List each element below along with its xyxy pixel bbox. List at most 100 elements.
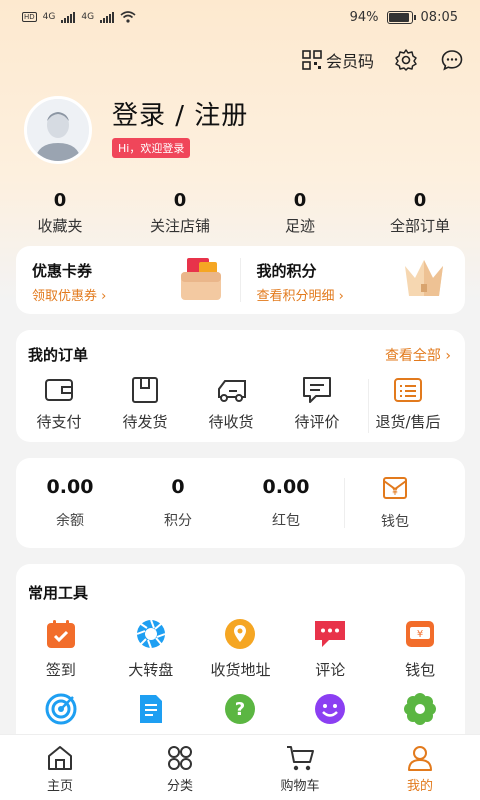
stat-footprints[interactable]: 0 足迹	[240, 190, 360, 236]
stat-label: 全部订单	[389, 217, 450, 235]
stat-followed-stores[interactable]: 0 关注店铺	[120, 190, 240, 236]
tab-label: 主页	[46, 779, 73, 794]
points-link-label: 查看积分明细	[256, 289, 335, 304]
comment-icon	[303, 377, 331, 403]
wallet-icon	[45, 379, 73, 401]
return-icon	[394, 378, 422, 402]
user-icon	[408, 746, 432, 771]
tool-address[interactable]: 收货地址	[196, 617, 286, 680]
avatar[interactable]	[24, 96, 92, 164]
wallet-balance[interactable]: 0.00 余额	[16, 476, 124, 530]
tool-label: 大转盘	[128, 661, 174, 679]
chevron-right-icon: ›	[445, 347, 451, 364]
category-icon	[168, 746, 192, 770]
view-all-label: 查看全部	[384, 347, 441, 364]
tool-wallet[interactable]: ¥ 钱包	[375, 617, 465, 680]
status-bar: HD 4G 4G 94% 08:05	[0, 0, 480, 34]
signal-icon	[61, 11, 76, 23]
order-label: 退货/售后	[375, 413, 441, 431]
stat-value: 0	[53, 190, 67, 211]
wifi-icon	[120, 11, 136, 23]
tool-label: 钱包	[405, 661, 436, 679]
wallet-label: 积分	[164, 513, 192, 529]
cart-icon	[287, 746, 314, 771]
order-pending-payment[interactable]: 待支付	[16, 375, 102, 432]
order-pending-review[interactable]: 待评价	[274, 375, 360, 432]
svg-text:¥: ¥	[392, 488, 398, 498]
stat-all-orders[interactable]: 0 全部订单	[360, 190, 480, 236]
wallet-purse[interactable]: ¥ 钱包	[345, 475, 445, 531]
wallet-label: 余额	[56, 513, 84, 529]
tab-mine[interactable]: 我的	[360, 735, 480, 800]
network-type-2: 4G	[81, 12, 95, 22]
bottom-tab-bar: 主页 分类 购物车 我的	[0, 734, 480, 800]
network-type-1: 4G	[42, 12, 56, 22]
member-code-button[interactable]: 会员码	[302, 48, 374, 72]
order-label: 待发货	[122, 413, 168, 431]
header-actions: 会员码	[302, 46, 466, 74]
svg-text:?: ?	[235, 699, 245, 720]
coupon-entry[interactable]: 优惠卡券 领取优惠券 ›	[16, 246, 241, 314]
battery-percent: 94%	[349, 9, 379, 25]
orders-card: 我的订单 查看全部 › 待支付 待发货 待收货 待评价 退货/售后	[16, 330, 465, 442]
tab-label: 我的	[406, 779, 433, 794]
stat-favorites[interactable]: 0 收藏夹	[0, 190, 120, 236]
crown-icon	[405, 260, 443, 296]
tool-document[interactable]	[106, 692, 196, 734]
target-icon	[45, 693, 77, 725]
tab-cart[interactable]: 购物车	[240, 735, 360, 800]
hd-icon: HD	[22, 12, 37, 22]
tool-settings[interactable]	[375, 692, 465, 734]
purse-icon: ¥	[383, 477, 407, 499]
wallet-value: 0.00	[262, 476, 310, 498]
tools-title: 常用工具	[28, 584, 89, 602]
gear-icon	[395, 49, 417, 71]
tool-help[interactable]: ?	[196, 692, 286, 734]
box-icon	[132, 377, 158, 403]
view-all-orders-link[interactable]: 查看全部 ›	[385, 345, 451, 365]
order-returns[interactable]: 退货/售后	[360, 375, 456, 432]
clock: 08:05	[420, 9, 458, 25]
flower-icon	[404, 693, 437, 725]
messages-button[interactable]	[438, 46, 466, 74]
wheel-icon	[136, 619, 166, 649]
tab-category[interactable]: 分类	[120, 735, 240, 800]
wallet-red-packet[interactable]: 0.00 红包	[232, 476, 340, 530]
tool-service[interactable]	[285, 692, 375, 734]
profile-section[interactable]: 登录 / 注册 Hi，欢迎登录	[24, 96, 248, 164]
tool-label: 评论	[315, 661, 346, 679]
battery-fill	[388, 12, 410, 22]
order-label: 待支付	[36, 413, 82, 431]
wallet-value: 0	[171, 476, 185, 498]
tool-lucky-wheel[interactable]: 大转盘	[106, 617, 196, 680]
stat-value: 0	[293, 190, 307, 211]
promo-card: 优惠卡券 领取优惠券 › 我的积分 查看积分明细 ›	[16, 246, 465, 314]
svg-text:¥: ¥	[417, 629, 423, 640]
tool-checkin[interactable]: 签到	[16, 617, 106, 680]
qrcode-icon	[302, 50, 322, 70]
order-label: 待收货	[208, 413, 254, 431]
message-icon	[315, 621, 346, 647]
stat-value: 0	[413, 190, 427, 211]
settings-button[interactable]	[392, 46, 420, 74]
truck-icon	[218, 380, 246, 402]
tab-home[interactable]: 主页	[0, 735, 120, 800]
document-icon	[139, 695, 162, 723]
stats-row: 0 收藏夹 0 关注店铺 0 足迹 0 全部订单	[0, 190, 480, 236]
tab-label: 分类	[166, 779, 193, 794]
login-register-link[interactable]: 登录 / 注册	[112, 95, 248, 132]
order-pending-shipment[interactable]: 待发货	[102, 375, 188, 432]
stat-label: 关注店铺	[149, 217, 210, 235]
calendar-icon	[46, 620, 75, 648]
points-entry[interactable]: 我的积分 查看积分明细 ›	[241, 246, 466, 314]
tool-comments[interactable]: 评论	[285, 617, 375, 680]
order-pending-receipt[interactable]: 待收货	[188, 375, 274, 432]
welcome-badge: Hi，欢迎登录	[112, 137, 191, 158]
signal-icon-2	[100, 11, 115, 23]
chat-bubble-icon	[441, 50, 463, 71]
order-label: 待评价	[294, 413, 340, 431]
wallet-points[interactable]: 0 积分	[124, 476, 232, 530]
coupon-link-label: 领取优惠券	[32, 289, 98, 304]
purse-label: 钱包	[381, 514, 409, 530]
tool-target[interactable]	[16, 692, 106, 734]
